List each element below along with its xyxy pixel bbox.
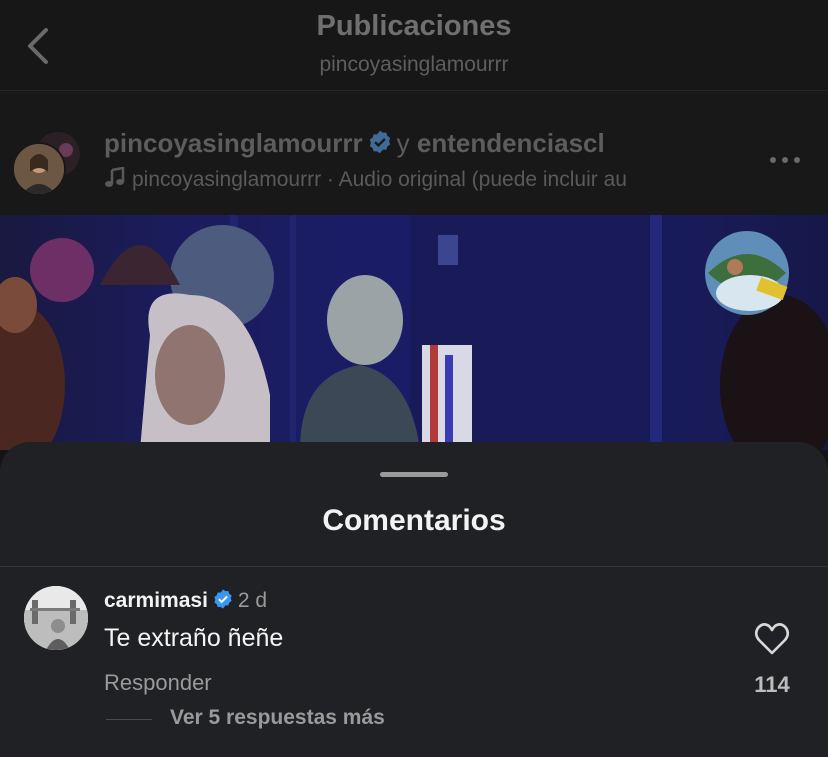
avatar[interactable] [24, 586, 88, 650]
collab-avatars[interactable] [12, 130, 82, 200]
audio-label: pincoyasinglamourrr · Audio original (pu… [132, 168, 627, 191]
like-count: 114 [754, 672, 790, 697]
top-bar: Publicaciones pincoyasinglamourrr [0, 0, 828, 90]
sheet-drag-handle[interactable] [380, 472, 448, 477]
heart-icon[interactable] [754, 622, 790, 656]
verified-icon [369, 130, 390, 154]
video-frame [0, 215, 828, 450]
sheet-title: Comentarios [322, 504, 506, 537]
more-options-icon[interactable] [768, 150, 802, 170]
post-authors: pincoyasinglamourrr y entendenciascl [104, 128, 605, 159]
post-video[interactable] [0, 215, 828, 450]
comments-sheet: Comentarios carmimasi 2 d Te extraño ñeñe… [0, 442, 828, 757]
conjunction: y [396, 128, 410, 158]
sheet-divider [0, 566, 828, 567]
author-link[interactable]: entendenciascl [417, 128, 605, 158]
music-note-icon [105, 167, 125, 187]
verified-icon [214, 589, 232, 609]
page-subtitle[interactable]: pincoyasinglamourrr [0, 53, 828, 77]
view-replies-button[interactable]: Ver 5 respuestas más [170, 706, 385, 730]
comment-time: 2 d [237, 589, 268, 612]
comment-header: carmimasi 2 d [104, 588, 267, 613]
reply-button[interactable]: Responder [104, 670, 212, 696]
avatar[interactable] [12, 142, 66, 196]
page-title: Publicaciones [316, 10, 512, 42]
comment-text: Te extraño ñeñe [104, 624, 284, 652]
author-link[interactable]: pincoyasinglamourrr [104, 128, 363, 158]
comment-username[interactable]: carmimasi [104, 589, 208, 612]
replies-divider-line [106, 719, 152, 720]
audio-attribution[interactable]: pincoyasinglamourrr · Audio original (pu… [104, 167, 744, 192]
